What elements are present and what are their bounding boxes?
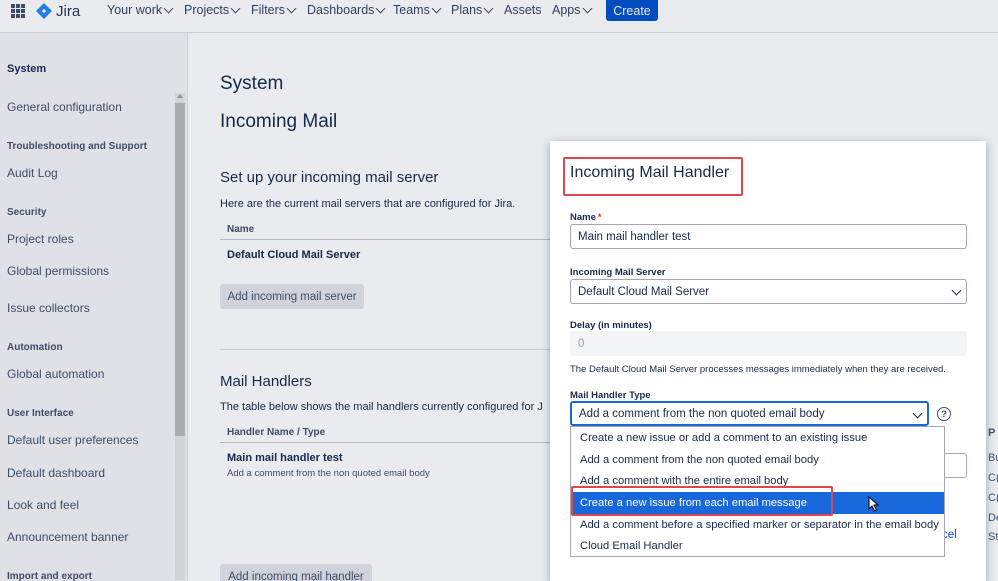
nav-label: Apps [552, 3, 581, 17]
sidebar-scrollbar[interactable] [175, 93, 185, 580]
handler-name-value: Main mail handler test [578, 230, 691, 243]
chevron-down-icon [582, 3, 592, 14]
app-switcher-icon[interactable] [11, 4, 25, 18]
sidebar-item-audit-log[interactable]: Audit Log [7, 166, 58, 180]
sidebar-item-general-configuration[interactable]: General configuration [7, 100, 122, 114]
partial-column-cell: De [988, 512, 998, 524]
sidebar-item-issue-collectors[interactable]: Issue collectors [7, 301, 90, 315]
nav-label: Dashboards [307, 3, 375, 17]
chevron-down-icon [230, 3, 241, 14]
nav-projects[interactable]: Projects [184, 3, 241, 17]
breadcrumb: System [220, 73, 284, 94]
handler-name: Main mail handler test [227, 452, 343, 464]
nav-assets[interactable]: Assets [504, 3, 542, 17]
nav-label: Projects [184, 3, 230, 17]
handler-type: Add a comment from the non quoted email … [227, 468, 430, 479]
mail-server-note: The Default Cloud Mail Server processes … [570, 364, 946, 375]
partial-column-cell: C( [988, 492, 998, 504]
mail-handler-type-select[interactable]: Add a comment from the non quoted email … [570, 401, 929, 426]
nav-label: Your work [107, 3, 163, 17]
jira-logo[interactable]: Jira [36, 1, 80, 21]
chevron-down-icon [163, 3, 174, 14]
nav-filters[interactable]: Filters [251, 3, 297, 17]
page-title: Incoming Mail [220, 111, 338, 132]
jira-logo-icon [36, 3, 52, 19]
sidebar-item-look-and-feel[interactable]: Look and feel [7, 498, 79, 512]
nav-apps[interactable]: Apps [552, 3, 592, 17]
logo-text: Jira [56, 2, 81, 20]
chevron-down-icon [951, 285, 962, 296]
dropdown-option[interactable]: Add a comment from the non quoted email … [571, 449, 944, 471]
mail-handler-type-label: Mail Handler Type [570, 390, 651, 401]
admin-sidebar: System General configuration Troubleshoo… [0, 33, 188, 581]
nav-your-work[interactable]: Your work [107, 3, 174, 17]
sidebar-item-default-dashboard[interactable]: Default dashboard [7, 466, 105, 480]
delay-value: 0 [578, 337, 585, 350]
nav-label: Assets [504, 3, 542, 17]
add-incoming-mail-handler-button[interactable]: Add incoming mail handler [220, 564, 372, 581]
section-divider [220, 349, 560, 350]
delay-label: Delay (in minutes) [570, 320, 652, 331]
top-navigation: Jira Your work Projects Filters Dashboar… [0, 0, 998, 33]
required-mark: * [597, 212, 602, 222]
nav-teams[interactable]: Teams [393, 3, 442, 17]
sidebar-heading-security: Security [7, 207, 47, 218]
dropdown-option[interactable]: Create a new issue or add a comment to a… [571, 427, 944, 449]
incoming-mail-server-select[interactable]: Default Cloud Mail Server [570, 279, 967, 304]
sidebar-heading-automation: Automation [7, 342, 63, 353]
chevron-down-icon [375, 3, 386, 14]
partial-column-cell: Bu [988, 452, 998, 464]
nav-label: Teams [393, 3, 430, 17]
partial-column-cell: St [988, 531, 998, 543]
nav-label: Plans [451, 3, 483, 17]
sidebar-heading-import-export: Import and export [7, 571, 93, 581]
mail-server-description: Here are the current mail servers that a… [220, 198, 516, 210]
dropdown-option[interactable]: Add a comment before a specified marker … [571, 514, 944, 536]
help-icon[interactable]: ? [937, 407, 951, 421]
create-button[interactable]: Create [606, 0, 658, 21]
table-divider [220, 442, 560, 443]
handler-type-selected-value: Add a comment from the non quoted email … [579, 407, 825, 420]
incoming-mail-server-label: Incoming Mail Server [570, 267, 666, 278]
partial-column-cell: C( [988, 472, 998, 484]
mail-handlers-heading: Mail Handlers [220, 373, 312, 390]
chevron-down-icon [912, 408, 923, 419]
mail-server-name-header: Name [227, 224, 255, 235]
add-incoming-mail-server-button[interactable]: Add incoming mail server [220, 284, 364, 309]
sidebar-item-project-roles[interactable]: Project roles [7, 232, 74, 246]
chevron-down-icon [431, 3, 442, 14]
mail-handlers-description: The table below shows the mail handlers … [220, 401, 543, 413]
mail-server-name: Default Cloud Mail Server [227, 249, 361, 261]
chevron-down-icon [286, 3, 297, 14]
nav-plans[interactable]: Plans [451, 3, 494, 17]
sidebar-item-announcement-banner[interactable]: Announcement banner [7, 530, 128, 544]
table-divider [220, 239, 560, 240]
mail-server-selected-value: Default Cloud Mail Server [578, 285, 710, 298]
chevron-down-icon [483, 3, 494, 14]
sidebar-heading-user-interface: User Interface [7, 408, 74, 419]
name-label: Name * [570, 212, 601, 223]
sidebar-item-global-automation[interactable]: Global automation [7, 367, 104, 381]
partial-column-header: P [988, 427, 996, 439]
handler-name-type-header: Handler Name / Type [227, 427, 326, 438]
mail-server-heading: Set up your incoming mail server [220, 169, 439, 186]
sidebar-heading-troubleshooting: Troubleshooting and Support [7, 141, 147, 152]
dropdown-option[interactable]: Cloud Email Handler [571, 536, 944, 558]
name-label-text: Name [570, 212, 596, 223]
sidebar-title: System [7, 63, 47, 75]
nav-label: Filters [251, 3, 286, 17]
sidebar-item-default-user-preferences[interactable]: Default user preferences [7, 433, 138, 447]
option-highlight-box [571, 486, 833, 516]
mouse-cursor-icon [868, 496, 880, 512]
title-highlight-box [563, 157, 743, 196]
handler-name-input[interactable]: Main mail handler test [570, 224, 967, 249]
scroll-up-arrow-icon[interactable] [177, 94, 183, 98]
nav-dashboards[interactable]: Dashboards [307, 3, 386, 17]
scrollbar-thumb[interactable] [175, 103, 185, 436]
delay-input: 0 [570, 331, 967, 356]
sidebar-item-global-permissions[interactable]: Global permissions [7, 264, 109, 278]
